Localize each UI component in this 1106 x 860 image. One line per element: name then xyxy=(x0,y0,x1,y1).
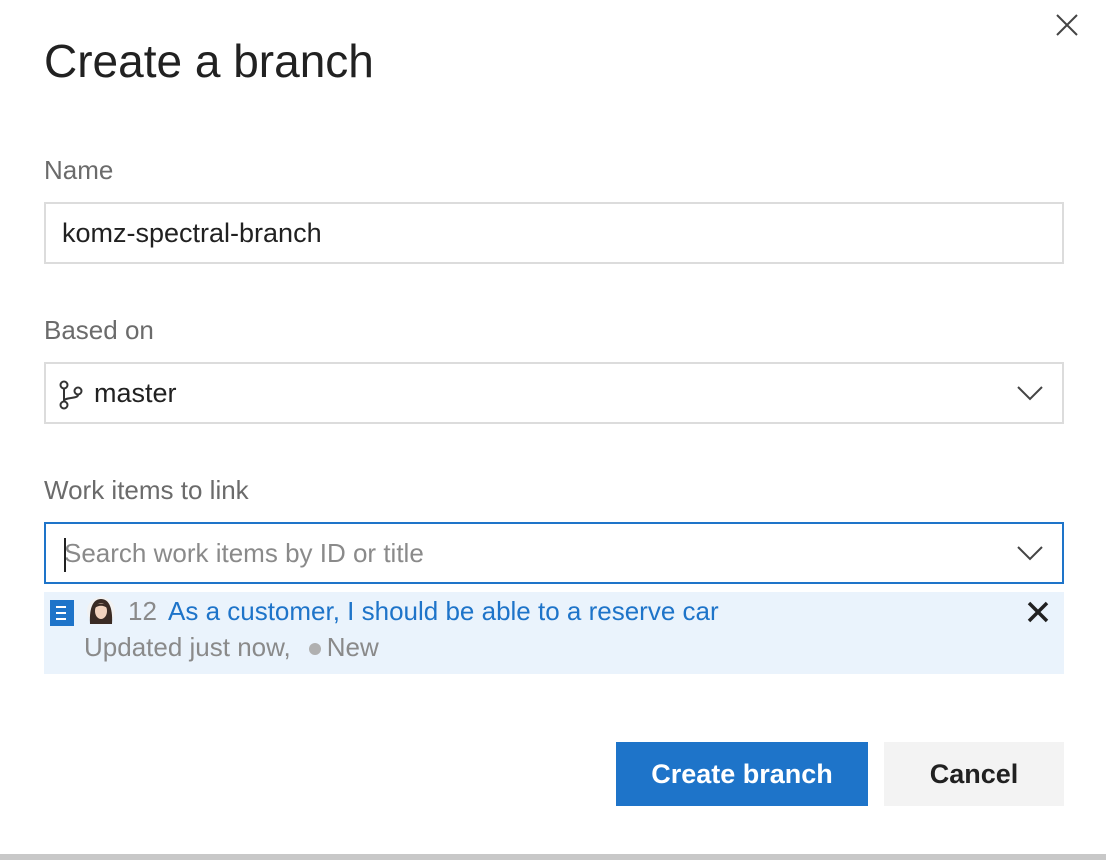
work-item-updated: Updated just now, xyxy=(84,632,291,662)
chevron-down-icon[interactable] xyxy=(1016,382,1044,404)
based-on-dropdown[interactable]: master xyxy=(44,362,1064,424)
text-caret xyxy=(64,538,66,572)
chevron-down-icon[interactable] xyxy=(1016,542,1044,564)
user-story-icon xyxy=(50,600,74,626)
cancel-button[interactable]: Cancel xyxy=(884,742,1064,806)
close-icon[interactable] xyxy=(1052,10,1082,40)
branch-icon xyxy=(58,380,84,410)
name-label: Name xyxy=(44,155,114,185)
create-branch-button[interactable]: Create branch xyxy=(616,742,868,806)
dialog-bottom-edge xyxy=(0,854,1106,860)
work-item-state: New xyxy=(326,632,379,662)
close-icon[interactable] xyxy=(1024,598,1052,626)
work-item-id: 12 xyxy=(128,596,157,626)
work-item-meta: Updated just now, New xyxy=(84,630,379,664)
work-item-title-link[interactable]: As a customer, I should be able to a res… xyxy=(168,594,719,628)
state-dot-icon xyxy=(308,643,321,656)
based-on-label: Based on xyxy=(44,315,154,345)
dialog-title: Create a branch xyxy=(44,35,374,87)
work-items-search-input[interactable] xyxy=(60,532,994,574)
create-branch-dialog: Create a branch Name komz-spectral-branc… xyxy=(0,0,1106,860)
avatar xyxy=(86,596,116,626)
work-items-search[interactable] xyxy=(44,522,1064,584)
based-on-value: master xyxy=(94,378,177,408)
linked-work-item[interactable]: 12 As a customer, I should be able to a … xyxy=(44,592,1064,674)
work-items-label: Work items to link xyxy=(44,475,249,505)
name-input[interactable]: komz-spectral-branch xyxy=(44,202,1064,264)
